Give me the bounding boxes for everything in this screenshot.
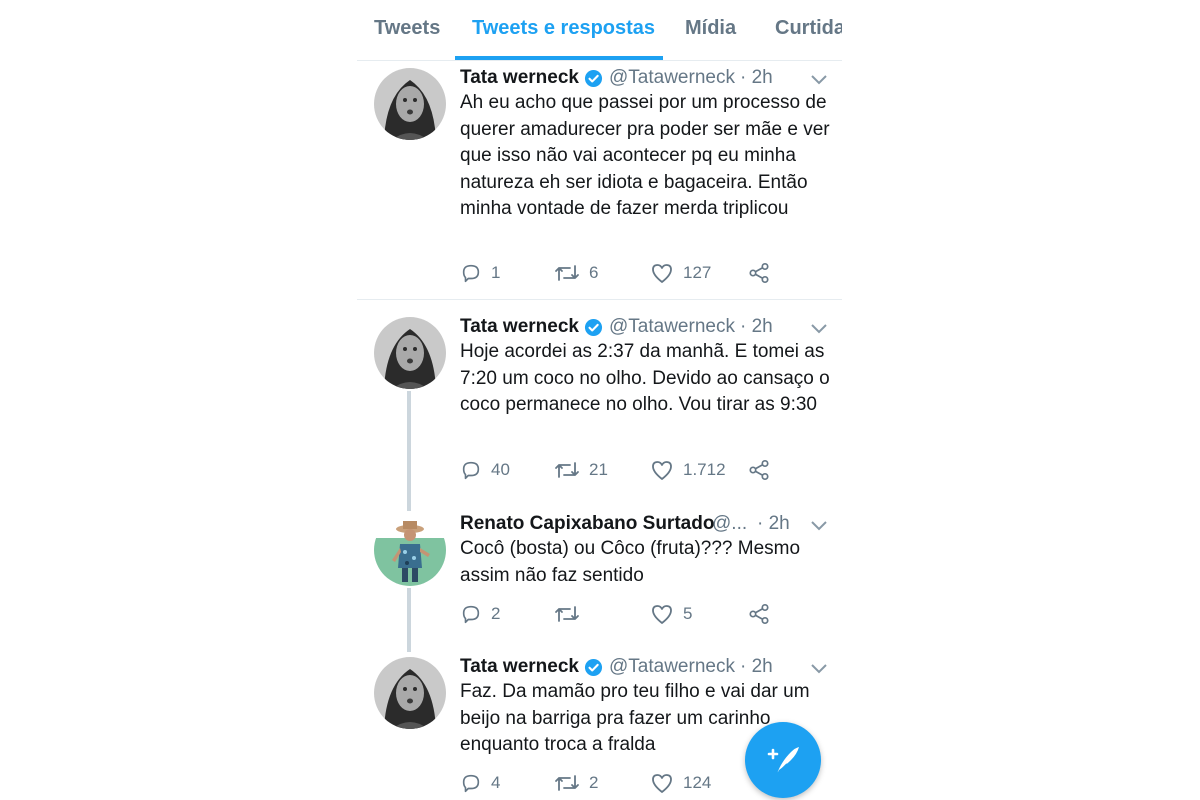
author-handle[interactable]: @Tatawerneck <box>609 316 735 338</box>
compose-tweet-icon <box>767 747 799 775</box>
tweet-actions: 1 6 127 <box>460 260 820 286</box>
tweet[interactable]: Tata werneck @Tatawerneck · 2h Hoje acor… <box>357 313 842 511</box>
tata-avatar-image <box>374 68 446 140</box>
tweet[interactable]: Renato Capixabano Surtado @... · 2h Cocô… <box>357 510 842 652</box>
author-handle[interactable]: @... <box>712 513 747 535</box>
retweet-icon <box>555 462 579 478</box>
retweet-icon <box>555 606 579 622</box>
avatar[interactable] <box>374 68 446 140</box>
active-tab-indicator <box>455 56 663 60</box>
reply-count: 2 <box>491 604 501 623</box>
tweet-actions: 2 5 <box>460 601 820 627</box>
reply-count: 40 <box>491 460 510 479</box>
retweet-icon <box>555 265 579 281</box>
tweet-time: · 2h <box>757 513 790 534</box>
author-name[interactable]: Tata werneck <box>460 656 579 678</box>
tweet-time: · 2h <box>740 67 773 88</box>
tata-avatar-image <box>374 657 446 729</box>
avatar[interactable] <box>374 657 446 729</box>
tweet-time: · 2h <box>740 316 773 337</box>
author-handle[interactable]: @Tatawerneck <box>609 656 735 678</box>
like-count: 1.712 <box>683 460 726 479</box>
profile-timeline: Tweets Tweets e respostas Mídia Curtida … <box>357 0 842 800</box>
share-icon <box>749 459 769 481</box>
like-count: 5 <box>683 604 693 623</box>
thread-line <box>407 588 411 652</box>
author-handle[interactable]: @Tatawerneck <box>609 67 735 89</box>
tweet-text: Hoje acordei as 2:37 da manhã. E tomei a… <box>460 341 830 415</box>
retweet-button[interactable] <box>554 601 589 627</box>
thread-line <box>407 391 411 511</box>
renato-avatar-image <box>374 514 446 586</box>
tab-tweets[interactable]: Tweets <box>374 17 440 40</box>
tweet-actions: 40 21 1.712 <box>460 457 820 483</box>
like-count: 124 <box>683 773 712 792</box>
profile-tabs: Tweets Tweets e respostas Mídia Curtida <box>357 0 842 61</box>
retweet-count: 2 <box>589 773 599 792</box>
heart-icon <box>652 605 672 624</box>
reply-count: 4 <box>491 773 501 792</box>
reply-icon <box>462 264 480 283</box>
reply-button[interactable]: 40 <box>460 457 510 483</box>
reply-count: 1 <box>491 263 501 282</box>
tweet-time: · 2h <box>740 656 773 677</box>
chevron-down-icon[interactable] <box>810 659 828 681</box>
compose-tweet-button[interactable] <box>745 722 821 798</box>
reply-icon <box>462 461 480 480</box>
heart-icon <box>652 264 672 283</box>
retweet-button[interactable]: 6 <box>554 260 598 286</box>
reply-icon <box>462 605 480 624</box>
avatar[interactable] <box>374 317 446 389</box>
like-button[interactable]: 127 <box>650 260 711 286</box>
retweet-button[interactable]: 21 <box>554 457 608 483</box>
author-name[interactable]: Tata werneck <box>460 316 579 338</box>
tab-tweets-and-replies[interactable]: Tweets e respostas <box>472 17 655 40</box>
tab-media[interactable]: Mídia <box>685 17 736 40</box>
chevron-down-icon[interactable] <box>810 319 828 341</box>
tab-likes[interactable]: Curtida <box>775 17 842 40</box>
retweet-count: 6 <box>589 263 599 282</box>
tweet[interactable]: Tata werneck @Tatawerneck · 2h Ah eu ach… <box>357 64 842 300</box>
reply-button[interactable]: 4 <box>460 770 500 796</box>
share-button[interactable] <box>748 260 770 286</box>
chevron-down-icon[interactable] <box>810 70 828 92</box>
reply-icon <box>462 774 480 793</box>
share-icon <box>749 262 769 284</box>
author-name[interactable]: Renato Capixabano Surtado <box>460 513 714 535</box>
author-name[interactable]: Tata werneck <box>460 67 579 89</box>
tweet-text: Cocô (bosta) ou Côco (fruta)??? Mesmo as… <box>460 538 801 586</box>
heart-icon <box>652 774 672 793</box>
like-count: 127 <box>683 263 712 282</box>
divider <box>357 299 842 300</box>
share-icon <box>749 603 769 625</box>
like-button[interactable]: 5 <box>650 601 692 627</box>
avatar[interactable] <box>374 514 446 586</box>
retweet-button[interactable]: 2 <box>554 770 598 796</box>
like-button[interactable]: 124 <box>650 770 711 796</box>
like-button[interactable]: 1.712 <box>650 457 726 483</box>
retweet-count: 21 <box>589 460 608 479</box>
tweet-text: Ah eu acho que passei por um processo de… <box>460 92 830 219</box>
chevron-down-icon[interactable] <box>810 516 828 538</box>
share-button[interactable] <box>748 601 770 627</box>
share-button[interactable] <box>748 457 770 483</box>
reply-button[interactable]: 1 <box>460 260 500 286</box>
reply-button[interactable]: 2 <box>460 601 500 627</box>
retweet-icon <box>555 775 579 791</box>
tata-avatar-image <box>374 317 446 389</box>
heart-icon <box>652 461 672 480</box>
